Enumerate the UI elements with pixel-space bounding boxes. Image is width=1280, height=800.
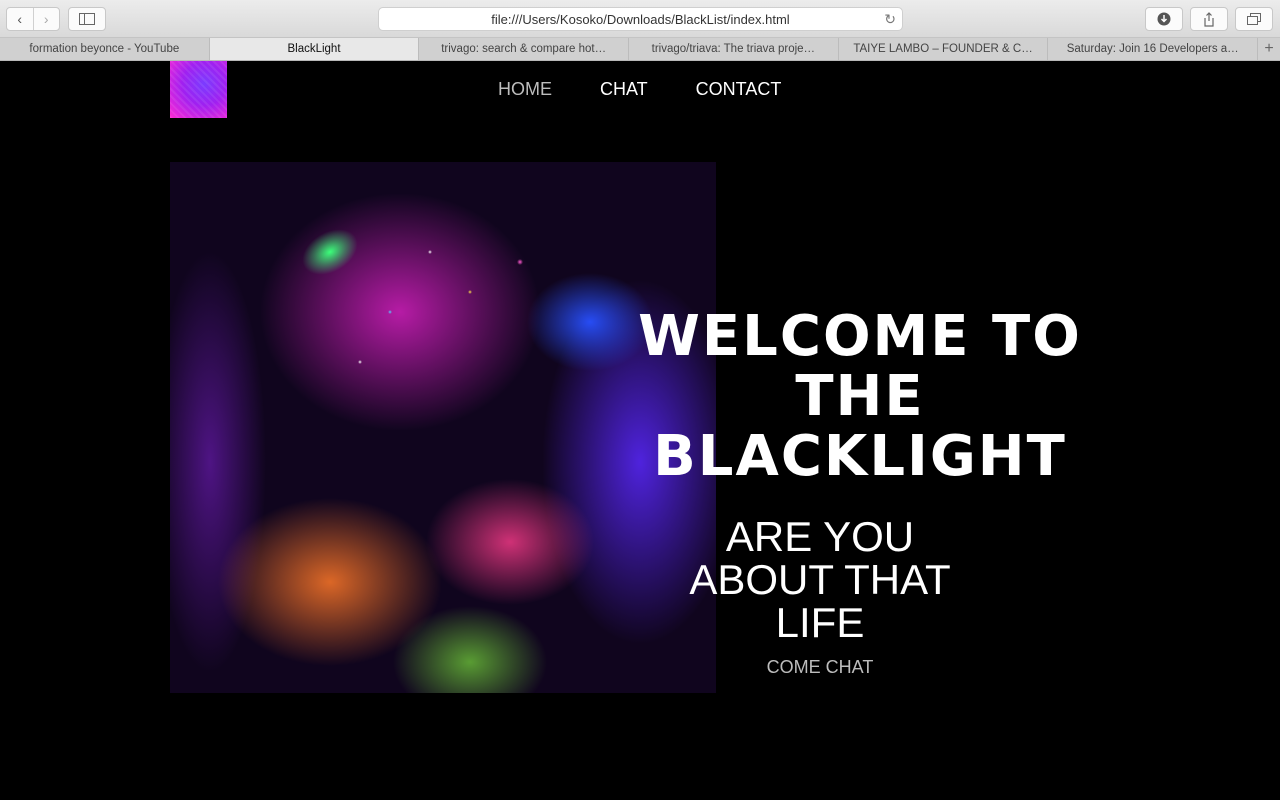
- nav-contact-link[interactable]: CONTACT: [696, 79, 782, 100]
- nav-chat-link[interactable]: CHAT: [600, 79, 648, 100]
- new-tab-icon[interactable]: +: [1258, 38, 1280, 60]
- tab-youtube[interactable]: formation beyonce - YouTube: [0, 38, 210, 60]
- tab-trivago-triava[interactable]: trivago/triava: The triava proje…: [629, 38, 839, 60]
- welcome-heading: WELCOME TO THE BLACKLIGHT: [620, 307, 1100, 487]
- come-chat-link[interactable]: COME CHAT: [740, 657, 900, 678]
- address-bar[interactable]: file:///Users/Kosoko/Downloads/BlackList…: [378, 7, 903, 31]
- main-nav: HOME CHAT CONTACT: [498, 79, 781, 100]
- welcome-line: WELCOME TO: [638, 304, 1082, 369]
- sidebar-toggle-button[interactable]: [68, 7, 106, 31]
- browser-toolbar: ‹ › file:///Users/Kosoko/Downloads/Black…: [0, 0, 1280, 38]
- tabs-overview-button[interactable]: [1235, 7, 1273, 31]
- downloads-button[interactable]: [1145, 7, 1183, 31]
- forward-button[interactable]: ›: [32, 8, 60, 30]
- sidebar-icon: [79, 13, 95, 25]
- back-button[interactable]: ‹: [7, 8, 33, 30]
- share-button[interactable]: [1190, 7, 1228, 31]
- welcome-line: THE: [795, 364, 925, 429]
- tab-saturday-developers[interactable]: Saturday: Join 16 Developers a…: [1048, 38, 1259, 60]
- tab-trivago-search[interactable]: trivago: search & compare hot…: [419, 38, 630, 60]
- tab-blacklight[interactable]: BlackLight: [209, 38, 420, 60]
- tabs-icon: [1247, 13, 1261, 25]
- tagline-line: ABOUT THAT: [689, 556, 951, 603]
- tagline-line: ARE YOU: [725, 513, 915, 560]
- site-logo[interactable]: [170, 61, 227, 118]
- download-icon: [1157, 12, 1171, 26]
- address-text: file:///Users/Kosoko/Downloads/BlackList…: [491, 11, 790, 27]
- nav-home-link[interactable]: HOME: [498, 79, 552, 100]
- tagline: ARE YOU ABOUT THAT LIFE: [680, 515, 960, 644]
- tagline-line: LIFE: [775, 599, 865, 646]
- share-icon: [1204, 11, 1214, 27]
- web-page: HOME CHAT CONTACT WELCOME TO THE BLACKLI…: [0, 61, 1280, 800]
- history-nav: ‹ ›: [6, 7, 60, 31]
- welcome-line: BLACKLIGHT: [653, 424, 1067, 489]
- tab-taiye-lambo[interactable]: TAIYE LAMBO – FOUNDER & C…: [839, 38, 1049, 60]
- tab-bar: formation beyonce - YouTube BlackLight t…: [0, 38, 1280, 61]
- reload-icon[interactable]: ↻: [884, 11, 896, 28]
